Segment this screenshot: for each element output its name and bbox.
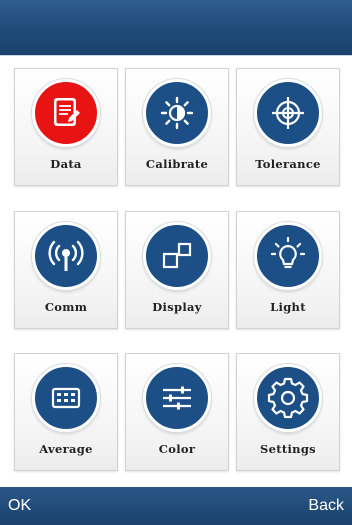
menu-tile-label: Light (270, 300, 306, 314)
menu-tile-display[interactable]: Display (125, 211, 229, 329)
gear-icon (254, 364, 322, 432)
document-icon (32, 79, 100, 147)
menu-tile-calibrate[interactable]: Calibrate (125, 68, 229, 186)
menu-tile-label: Display (152, 300, 202, 314)
wireless-icon (32, 222, 100, 290)
menu-tile-comm[interactable]: Comm (14, 211, 118, 329)
menu-tile-label: Data (50, 157, 82, 171)
ok-button[interactable]: OK (8, 497, 31, 515)
menu-tile-settings[interactable]: Settings (236, 353, 340, 471)
menu-tile-label: Average (39, 442, 93, 456)
squares-icon (143, 222, 211, 290)
brightness-icon (143, 79, 211, 147)
softkey-bar: OK Back (0, 487, 352, 525)
sliders-icon (143, 364, 211, 432)
lightbulb-icon (254, 222, 322, 290)
menu-tile-color[interactable]: Color (125, 353, 229, 471)
menu-tile-average[interactable]: Average (14, 353, 118, 471)
back-button[interactable]: Back (308, 497, 344, 515)
menu-tile-label: Comm (44, 300, 88, 314)
crosshair-icon (254, 79, 322, 147)
menu-tile-light[interactable]: Light (236, 211, 340, 329)
main-menu-grid: Data Calibrate Tolerance Comm Display Li… (0, 56, 352, 486)
title-bar (0, 0, 352, 56)
menu-tile-label: Settings (260, 442, 316, 456)
menu-tile-tolerance[interactable]: Tolerance (236, 68, 340, 186)
menu-tile-label: Tolerance (255, 157, 321, 171)
menu-tile-label: Calibrate (145, 157, 209, 171)
menu-tile-data[interactable]: Data (14, 68, 118, 186)
menu-tile-label: Color (158, 442, 196, 456)
keyboard-icon (32, 364, 100, 432)
